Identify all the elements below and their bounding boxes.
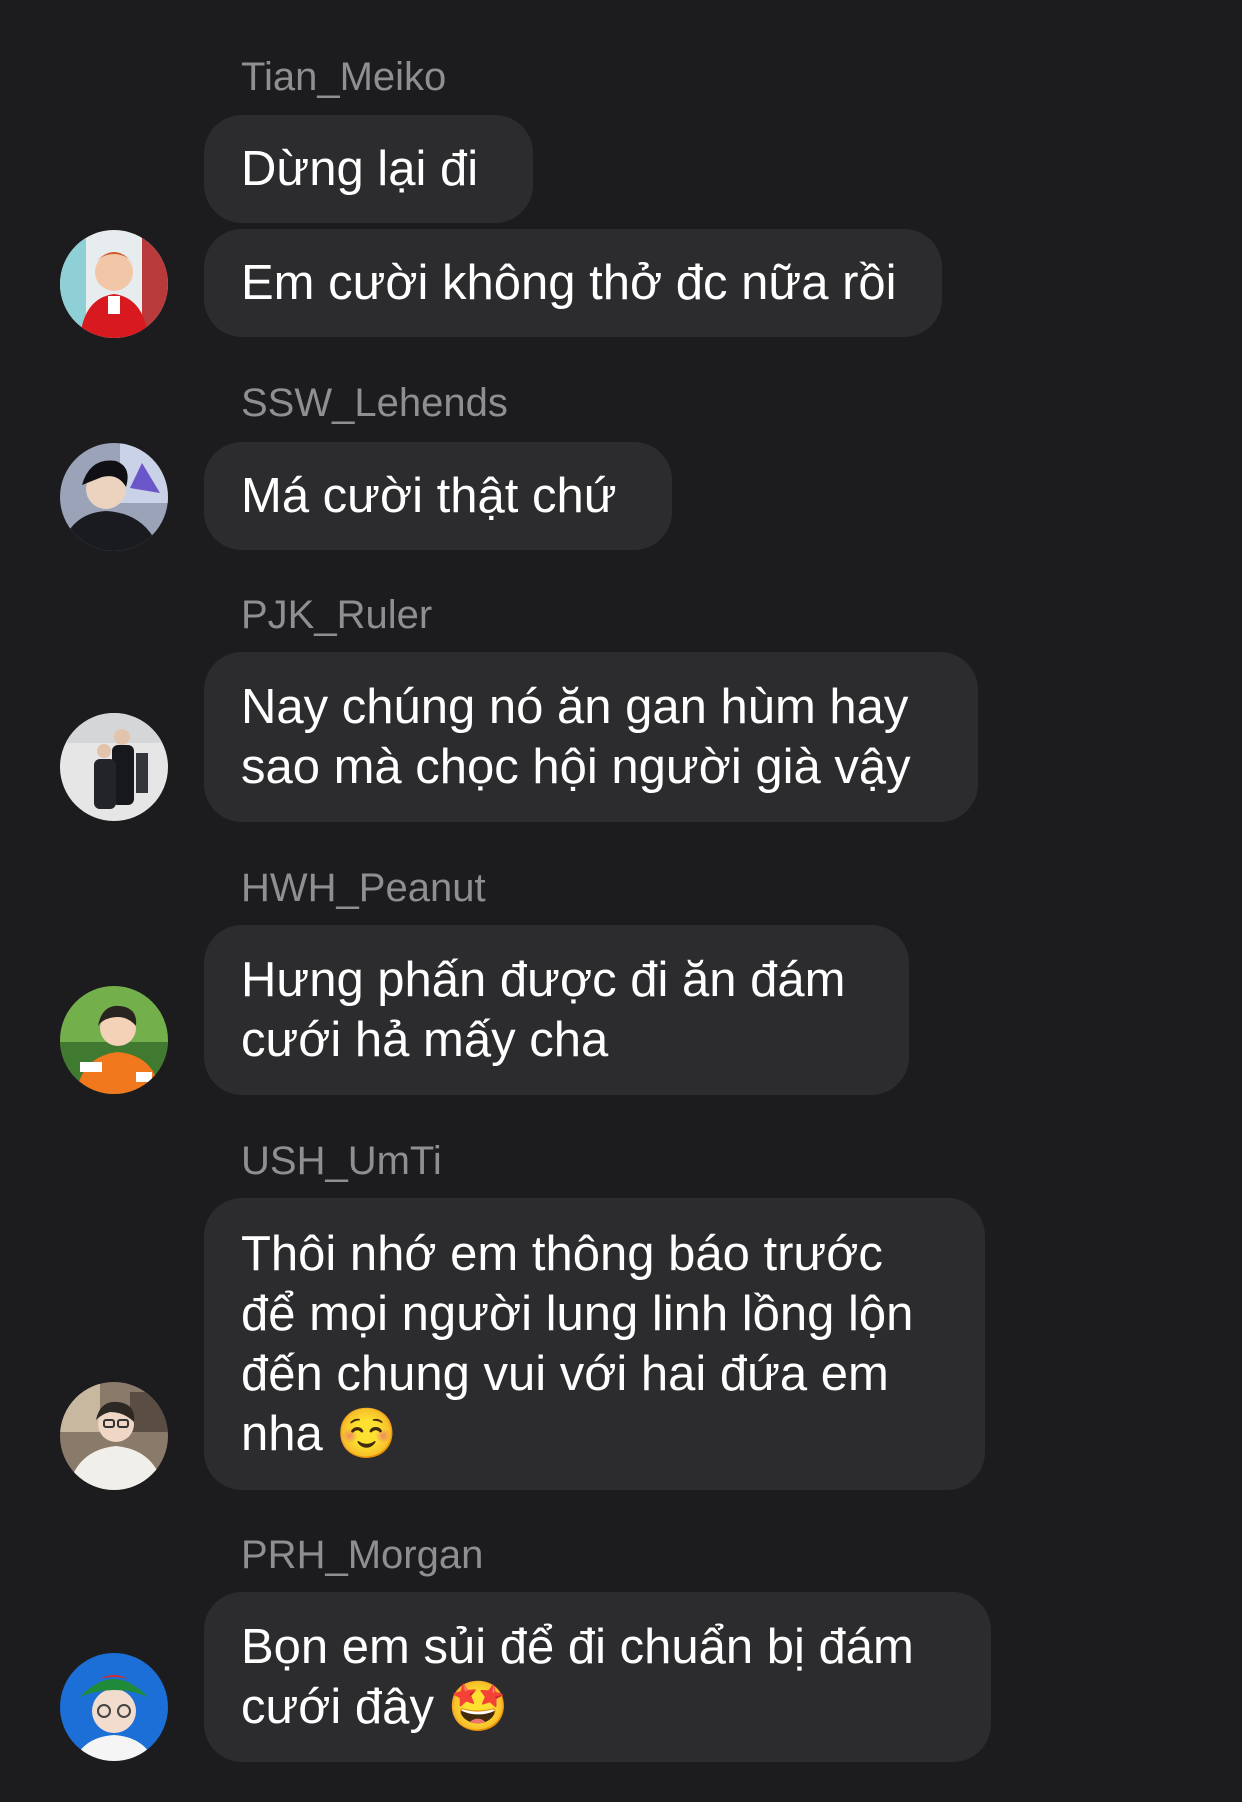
avatar[interactable]: [60, 443, 168, 551]
message-text: Em cười không thở đc nữa rồi: [241, 256, 897, 310]
sender-name: HWH_Peanut: [241, 866, 486, 910]
chat-thread: Tian_Meiko Dừng lại đi Em cười không thở…: [0, 0, 1242, 1802]
avatar-photo: [60, 443, 168, 551]
sender-name: PRH_Morgan: [241, 1533, 484, 1577]
message-bubble[interactable]: Nay chúng nó ăn gan hùm hay sao mà chọc …: [204, 652, 978, 822]
message-bubble[interactable]: Thôi nhớ em thông báo trước để mọi người…: [204, 1198, 985, 1490]
sender-name: SSW_Lehends: [241, 381, 508, 425]
avatar-photo: [60, 1653, 168, 1761]
message-text: Má cười thật chứ: [241, 469, 617, 523]
message-text: Dừng lại đi: [241, 142, 479, 196]
avatar-photo: [60, 713, 168, 821]
message-bubble[interactable]: Dừng lại đi: [204, 115, 533, 223]
sender-name: USH_UmTi: [241, 1139, 442, 1183]
sender-name: PJK_Ruler: [241, 593, 433, 637]
message-bubble[interactable]: Má cười thật chứ: [204, 442, 672, 550]
avatar-photo: [60, 1382, 168, 1490]
avatar[interactable]: [60, 1653, 168, 1761]
message-bubble[interactable]: Bọn em sủi để đi chuẩn bị đám cưới đây 🤩: [204, 1592, 991, 1762]
avatar[interactable]: [60, 713, 168, 821]
message-text: Hưng phấn được đi ăn đám cưới hả mấy cha: [241, 953, 846, 1067]
message-bubble[interactable]: Hưng phấn được đi ăn đám cưới hả mấy cha: [204, 925, 909, 1095]
avatar[interactable]: [60, 1382, 168, 1490]
avatar[interactable]: [60, 986, 168, 1094]
avatar[interactable]: [60, 230, 168, 338]
message-bubble[interactable]: Em cười không thở đc nữa rồi: [204, 229, 942, 337]
message-text: Nay chúng nó ăn gan hùm hay sao mà chọc …: [241, 680, 911, 794]
avatar-photo: [60, 986, 168, 1094]
message-text: Thôi nhớ em thông báo trước để mọi người…: [241, 1227, 914, 1461]
avatar-photo: [60, 230, 168, 338]
message-text: Bọn em sủi để đi chuẩn bị đám cưới đây 🤩: [241, 1620, 914, 1734]
sender-name: Tian_Meiko: [241, 55, 447, 99]
